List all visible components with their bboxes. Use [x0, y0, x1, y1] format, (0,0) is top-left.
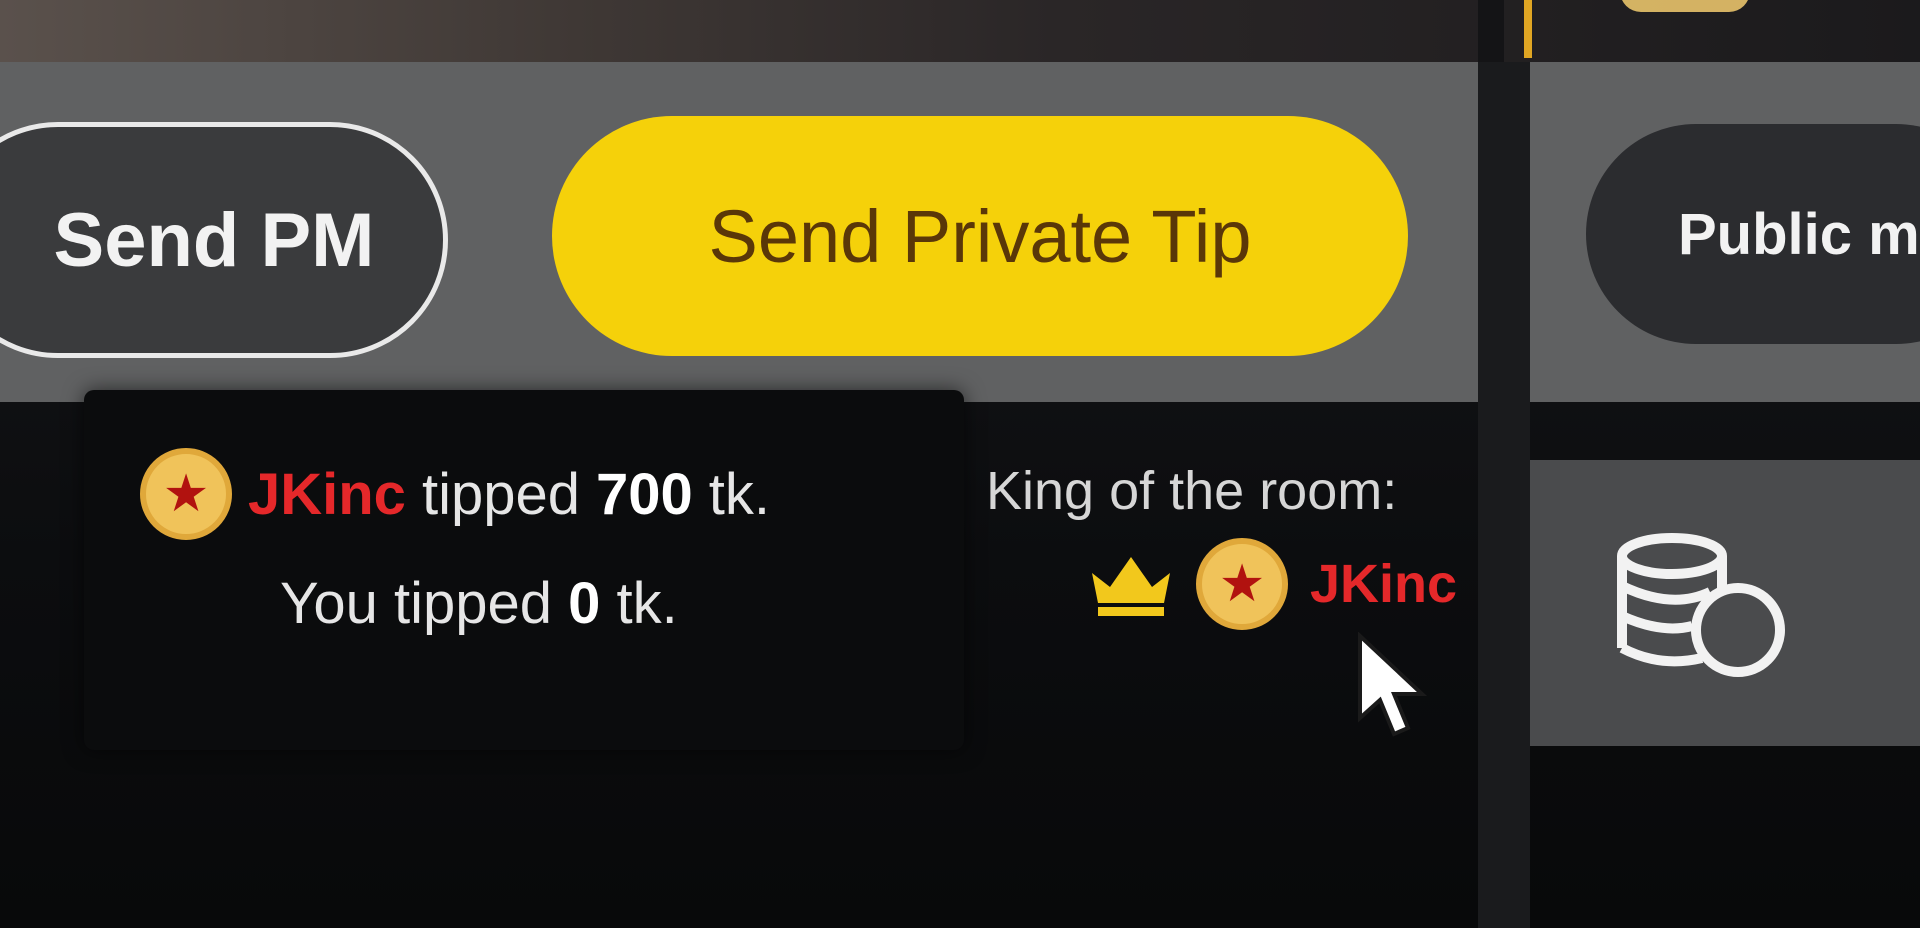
send-pm-button[interactable]: Send PM	[0, 122, 448, 358]
screen: Send PM Send Private Tip Public m ★ JKin…	[0, 0, 1920, 928]
video-area-strip	[0, 0, 1920, 62]
you-tipped-unit: tk.	[616, 571, 678, 636]
tipped-unit: tk.	[708, 461, 770, 527]
you-tipped-amount: 0	[568, 571, 601, 636]
tipped-word: tipped	[421, 461, 580, 527]
crown-icon	[1092, 557, 1170, 616]
mouse-cursor	[1358, 632, 1428, 737]
send-private-tip-button[interactable]: Send Private Tip	[552, 116, 1408, 356]
coins-icon	[1617, 533, 1785, 677]
king-of-room-label: King of the room:	[986, 461, 1398, 521]
tip-tooltip: ★ JKinc tipped 700 tk. You tipped 0 tk.	[84, 390, 964, 750]
you-tipped-label: You tipped	[280, 571, 553, 636]
top-tipper-line: ★ JKinc tipped 700 tk.	[140, 448, 770, 540]
tipped-amount: 700	[595, 461, 693, 527]
king-name[interactable]: JKinc	[1310, 553, 1457, 615]
king-of-room-row: ★ JKinc	[1088, 538, 1457, 630]
public-message-button[interactable]: Public m	[1586, 124, 1920, 344]
tokens-panel[interactable]	[1530, 460, 1920, 746]
coin-icon-partial	[1620, 0, 1750, 12]
star-badge-icon: ★	[1196, 538, 1288, 630]
tipper-name[interactable]: JKinc	[248, 461, 406, 528]
your-tip-line: You tipped 0 tk.	[280, 570, 678, 637]
panel-divider	[1478, 62, 1530, 928]
gold-indicator	[1524, 0, 1532, 58]
star-badge-icon: ★	[140, 448, 232, 540]
divider	[1478, 0, 1504, 62]
